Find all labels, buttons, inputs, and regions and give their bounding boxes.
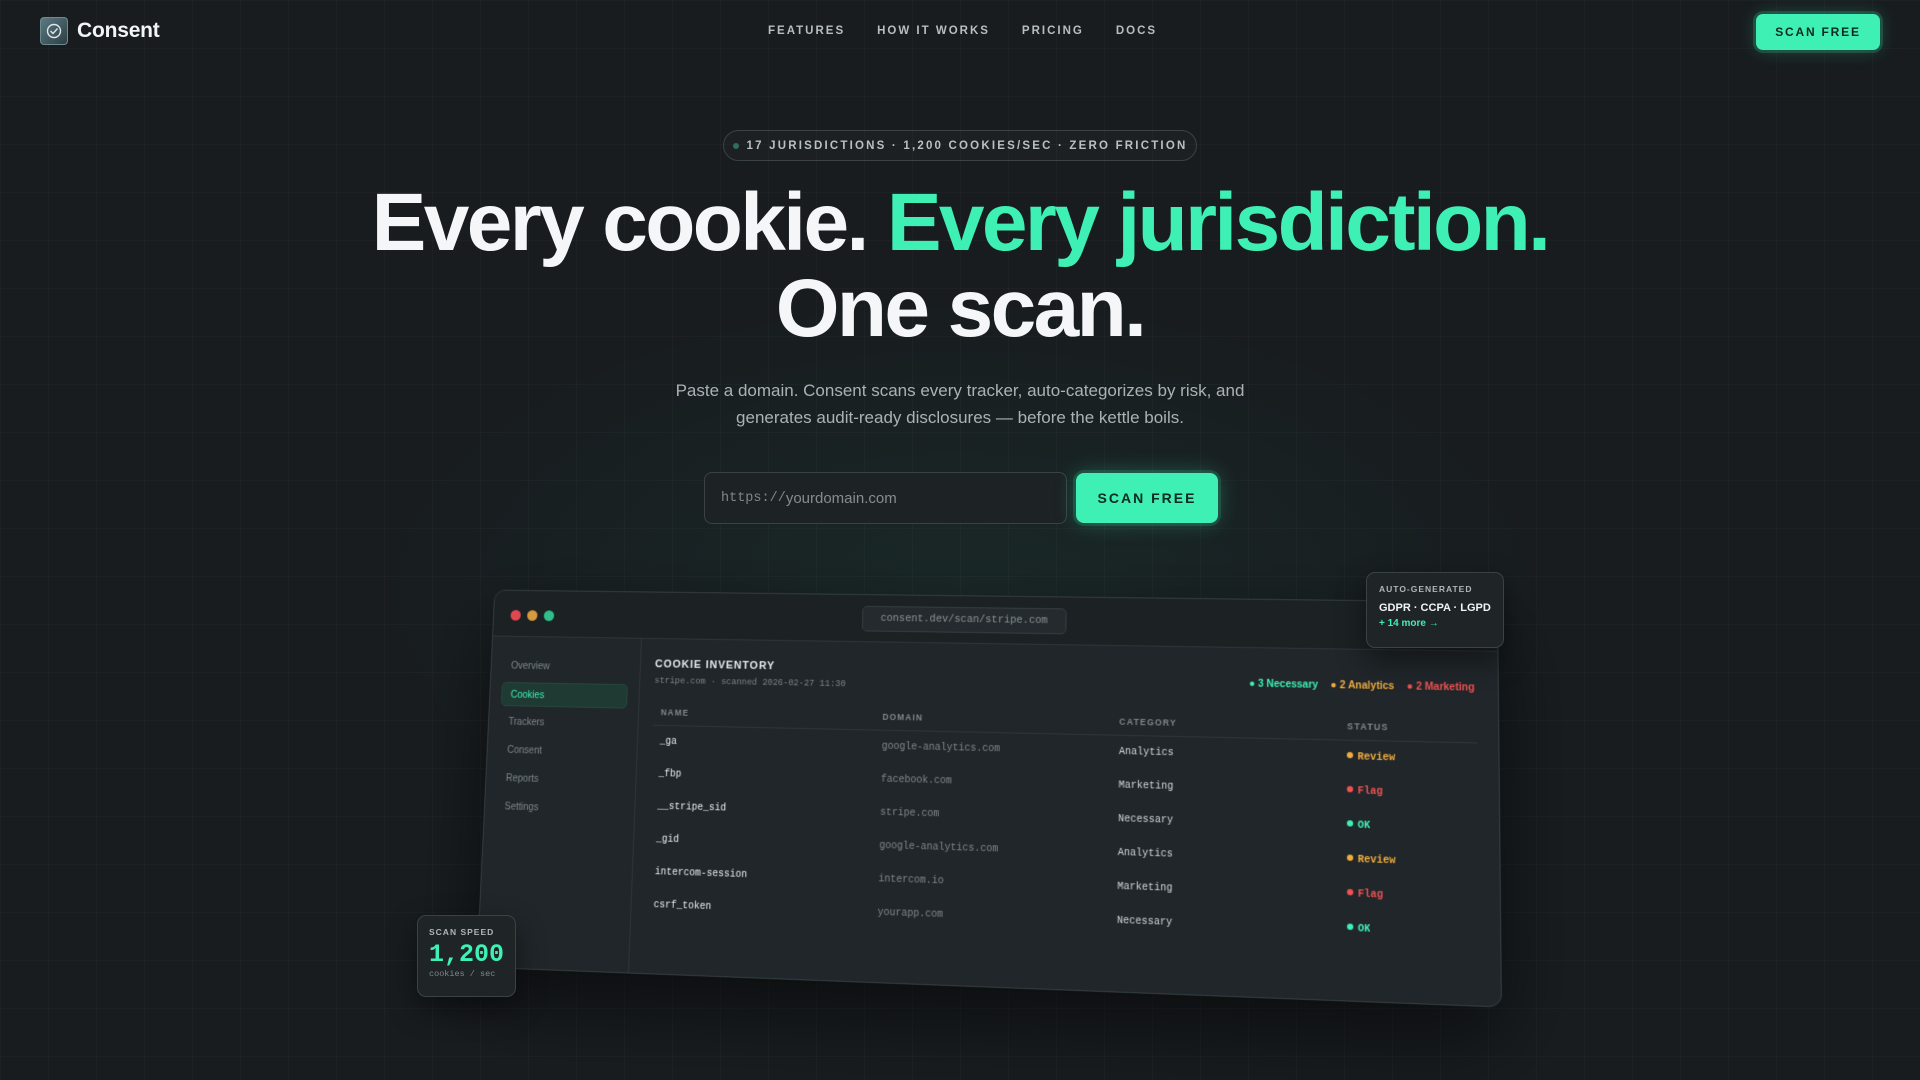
app-titlebar: consent.dev/scan/stripe.com [493, 590, 1498, 652]
hero-badge: 17 JURISDICTIONS · 1,200 COOKIES/SEC · Z… [723, 130, 1197, 161]
cookie-status-cell: Review [1339, 842, 1478, 881]
cookie-status-cell: Flag [1339, 774, 1478, 812]
maximize-dot-icon [543, 610, 555, 622]
nav-link-features[interactable]: FEATURES [768, 25, 845, 37]
sidebar-item-reports[interactable]: Reports [497, 766, 625, 794]
cookie-table: NAME DOMAIN CATEGORY STATUS _ga google-an… [645, 707, 1479, 951]
legend-necessary: ● 3 Necessary [1248, 678, 1319, 691]
cookie-status-cell: Review [1339, 740, 1478, 777]
status-dot-icon [1347, 922, 1354, 930]
brand-name: Consent [77, 19, 160, 42]
cookie-name-cell: csrf_token [653, 899, 712, 913]
nav-link-pricing[interactable]: PRICING [1022, 25, 1084, 37]
legend-marketing: ● 2 Marketing [1406, 681, 1475, 694]
scan-speed-label: SCAN SPEED [429, 927, 495, 937]
app-preview-window: consent.dev/scan/stripe.com Overview Coo… [476, 589, 1502, 1008]
app-url-bar: consent.dev/scan/stripe.com [861, 605, 1067, 635]
sidebar-item-consent[interactable]: Consent [498, 738, 625, 765]
jurisdictions-list: GDPR · CCPA · LGPD [1379, 602, 1491, 614]
hero-badge-text: 17 JURISDICTIONS · 1,200 COOKIES/SEC · Z… [746, 139, 1188, 152]
minimize-dot-icon [527, 610, 538, 621]
scan-speed-card: SCAN SPEED 1,200 cookies / sec [417, 915, 516, 997]
cookie-name-cell: _ga [659, 736, 678, 748]
scan-speed-value: 1,200 [429, 940, 505, 969]
hero-scan-free-button[interactable]: SCAN FREE [1076, 473, 1218, 523]
status-badge: Flag [1357, 785, 1383, 798]
hero-title: Every cookie. Every jurisdiction. One sc… [0, 180, 1920, 352]
hero-subtitle-line2: generates audit-ready disclosures — befo… [736, 408, 1184, 427]
nav-link-docs[interactable]: DOCS [1116, 25, 1157, 37]
status-badge: Review [1357, 751, 1396, 765]
hero-title-accent: Every jurisdiction. [886, 177, 1551, 268]
nav-scan-free-button[interactable]: SCAN FREE [1756, 14, 1880, 50]
status-dot-icon [1347, 888, 1354, 895]
legend-analytics: ● 2 Analytics [1330, 679, 1395, 693]
status-badge: Flag [1357, 888, 1384, 902]
status-dot-icon [1347, 785, 1354, 792]
status-dot-icon [1347, 751, 1354, 759]
nav-links: FEATURES HOW IT WORKS PRICING DOCS [768, 25, 1157, 37]
brand-logo[interactable]: Consent [40, 17, 160, 45]
sidebar-item-cookies[interactable]: Cookies [500, 681, 628, 709]
status-dot-icon [732, 142, 739, 149]
logo-icon [40, 17, 68, 45]
cookie-status-cell: OK [1339, 911, 1479, 951]
cookie-category-cell: Necessary [1116, 915, 1173, 929]
nav-link-how-it-works[interactable]: HOW IT WORKS [877, 25, 990, 37]
window-controls [510, 609, 555, 622]
cookie-inventory-panel: COOKIE INVENTORY stripe.com · scanned 20… [643, 639, 1501, 1006]
hero-subtitle-line1: Paste a domain. Consent scans every trac… [675, 381, 1245, 400]
status-badge: OK [1357, 819, 1371, 832]
hero-title-part2: One scan. [775, 263, 1147, 354]
domain-field[interactable]: https:// [704, 472, 1067, 524]
top-nav: Consent FEATURES HOW IT WORKS PRICING DO… [0, 0, 1920, 64]
more-jurisdictions-link[interactable]: + 14 more → [1379, 618, 1491, 629]
sidebar-item-trackers[interactable]: Trackers [500, 710, 627, 737]
cookie-category-cell: Analytics [1118, 746, 1174, 760]
url-prefix: https:// [721, 490, 786, 506]
status-badge: OK [1357, 923, 1371, 936]
cookie-domain-cell: google-analytics.com [881, 741, 1001, 756]
cookie-status-cell: OK [1339, 808, 1478, 846]
sidebar-item-overview[interactable]: Overview [502, 654, 629, 680]
cookie-domain-cell: yourapp.com [877, 907, 944, 921]
status-dot-icon [1347, 853, 1354, 861]
close-dot-icon [510, 609, 522, 621]
app-preview-stage: consent.dev/scan/stripe.com Overview Coo… [0, 0, 1920, 1080]
status-badge: Review [1357, 854, 1396, 867]
auto-generated-label: AUTO-GENERATED [1379, 584, 1473, 594]
sidebar-item-settings[interactable]: Settings [496, 794, 624, 822]
scan-speed-unit: cookies / sec [429, 969, 496, 979]
auto-generated-card: AUTO-GENERATED GDPR · CCPA · LGPD + 14 m… [1366, 572, 1504, 648]
hero-subtitle: Paste a domain. Consent scans every trac… [0, 377, 1920, 431]
hero-title-part1: Every cookie. [371, 177, 887, 268]
cookie-status-cell: Flag [1339, 877, 1479, 916]
domain-input[interactable] [785, 489, 1046, 507]
cookie-table-body: _ga google-analytics.com Analytics Review _f… [645, 725, 1479, 950]
status-dot-icon [1347, 819, 1354, 827]
